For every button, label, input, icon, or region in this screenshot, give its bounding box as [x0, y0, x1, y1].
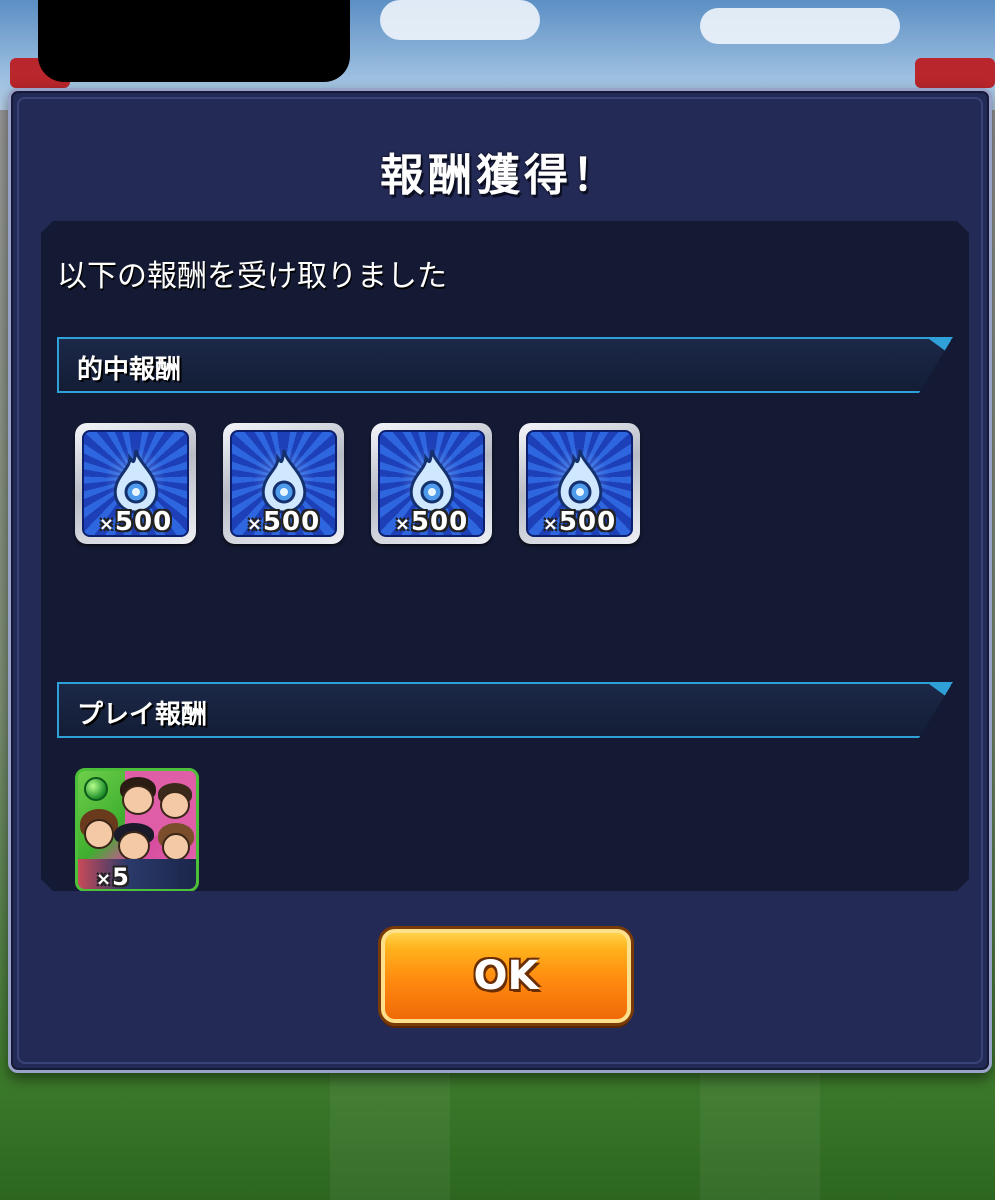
item-quantity: ×500 — [232, 507, 335, 537]
blue-flame-icon — [552, 448, 608, 514]
blue-flame-icon — [256, 448, 312, 514]
cloud — [380, 0, 540, 40]
reward-content-panel: 以下の報酬を受け取りました 的中報酬 ×500 ×500 ×500 ×500 プ… — [41, 221, 969, 891]
item-quantity: ×5 — [96, 863, 130, 891]
quantity-value: 500 — [262, 507, 321, 537]
section-header-play-reward: プレイ報酬 — [57, 682, 953, 738]
character-face — [118, 831, 150, 861]
grass-stripe — [330, 1060, 450, 1200]
item-background: ×500 — [378, 430, 485, 537]
section-label: 的中報酬 — [77, 355, 182, 385]
redaction-block — [38, 0, 350, 82]
modal-title: 報酬獲得！ — [380, 150, 620, 201]
quantity-prefix: × — [542, 514, 559, 535]
item-quantity: ×500 — [84, 507, 187, 537]
quantity-value: 500 — [114, 507, 173, 537]
quantity-value: 500 — [410, 507, 469, 537]
reward-item[interactable]: ×500 — [519, 423, 640, 544]
background-rail — [915, 58, 995, 88]
section-corner-accent — [929, 684, 951, 700]
section-header-hit-reward: 的中報酬 — [57, 337, 953, 393]
quantity-prefix: × — [96, 869, 113, 890]
element-orb-icon — [84, 777, 108, 801]
blue-flame-icon — [404, 448, 460, 514]
reward-item[interactable]: ×500 — [371, 423, 492, 544]
character-face — [162, 833, 190, 861]
reward-modal: 報酬獲得！ 以下の報酬を受け取りました 的中報酬 ×500 ×500 ×500 … — [8, 88, 992, 1073]
reward-item[interactable]: ×500 — [223, 423, 344, 544]
character-reward-item[interactable]: ×5 — [75, 768, 199, 892]
item-background: ×500 — [526, 430, 633, 537]
character-face — [160, 791, 190, 819]
ok-button[interactable]: OK — [381, 929, 631, 1023]
hit-reward-items: ×500 ×500 ×500 ×500 — [75, 423, 640, 544]
cloud — [700, 8, 900, 44]
reward-item[interactable]: ×500 — [75, 423, 196, 544]
quantity-prefix: × — [98, 514, 115, 535]
character-face — [84, 819, 114, 849]
item-quantity: ×500 — [380, 507, 483, 537]
ok-button-label: OK — [473, 953, 539, 999]
quantity-prefix: × — [394, 514, 411, 535]
section-corner-accent — [929, 339, 951, 355]
quantity-value: 500 — [558, 507, 617, 537]
quantity-value: 5 — [112, 863, 130, 891]
item-background: ×500 — [82, 430, 189, 537]
reward-subtitle: 以下の報酬を受け取りました — [57, 259, 447, 294]
section-label: プレイ報酬 — [77, 700, 208, 730]
blue-flame-icon — [108, 448, 164, 514]
grass-stripe — [700, 1060, 820, 1200]
character-face — [122, 785, 154, 815]
item-quantity: ×500 — [528, 507, 631, 537]
quantity-prefix: × — [246, 514, 263, 535]
background-grass — [0, 1060, 995, 1200]
item-background: ×500 — [230, 430, 337, 537]
